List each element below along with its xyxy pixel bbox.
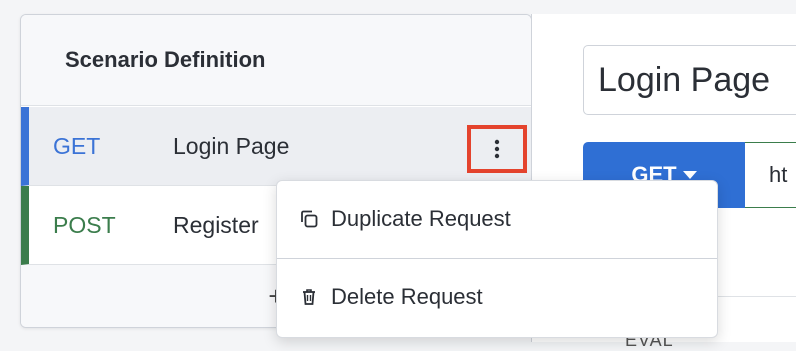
request-method: POST: [53, 211, 116, 238]
trash-icon: [299, 286, 321, 308]
kebab-icon: [494, 139, 500, 159]
duplicate-request-item[interactable]: Duplicate Request: [277, 181, 717, 257]
more-options-button[interactable]: [467, 125, 527, 173]
url-input[interactable]: ht: [745, 142, 796, 208]
menu-item-label: Duplicate Request: [331, 206, 511, 231]
request-title-input[interactable]: [583, 45, 796, 115]
request-name: Register: [173, 211, 259, 238]
request-row-get[interactable]: GET Login Page: [21, 107, 531, 186]
request-name: Login Page: [173, 132, 290, 159]
menu-item-label: Delete Request: [331, 284, 483, 309]
caret-down-icon: [682, 171, 697, 179]
delete-request-item[interactable]: Delete Request: [277, 259, 717, 335]
duplicate-icon: [299, 208, 321, 230]
request-context-menu: Duplicate Request Delete Request: [276, 180, 718, 338]
request-method: GET: [53, 132, 101, 159]
scenario-header: Scenario Definition: [21, 15, 531, 106]
